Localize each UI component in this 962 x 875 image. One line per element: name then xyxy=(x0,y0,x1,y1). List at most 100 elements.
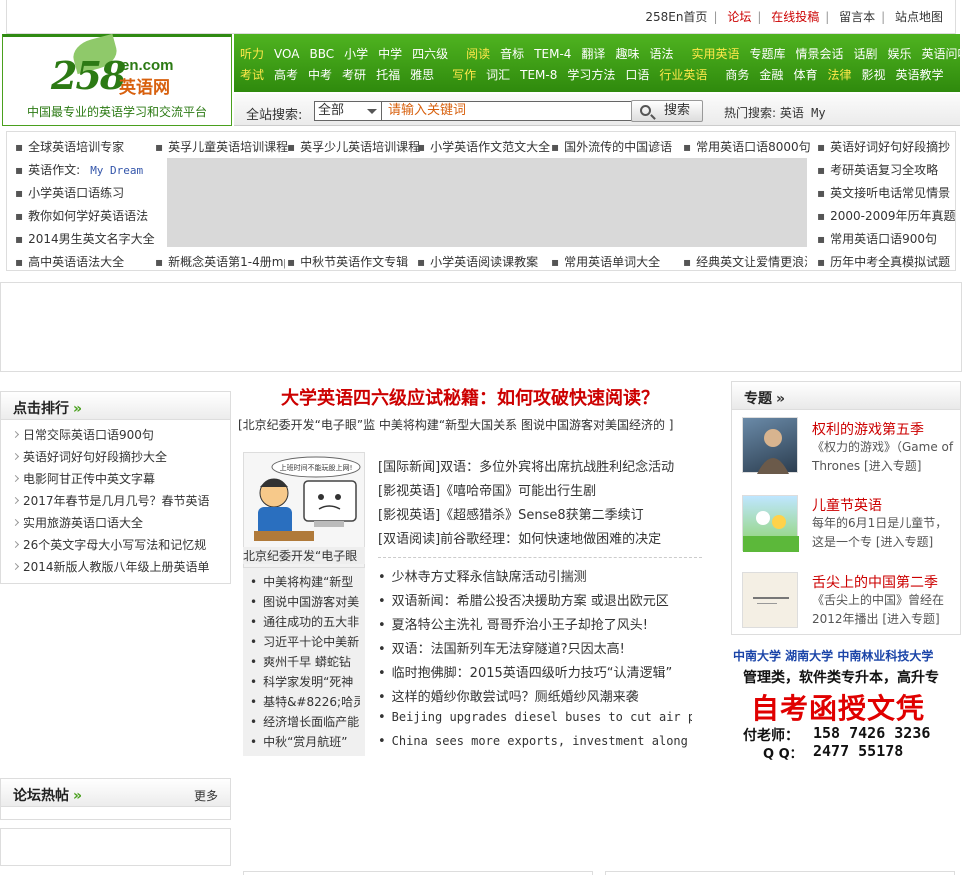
nav-item[interactable]: 中考 xyxy=(308,68,332,82)
nav-item[interactable]: 专题库 xyxy=(749,47,785,61)
nav-item[interactable]: 考研 xyxy=(342,68,366,82)
news-item[interactable]: • Beijing upgrades diesel buses to cut ai… xyxy=(378,710,692,725)
news-item[interactable]: • 夏洛特公主洗礼 哥哥乔治小王子却抢了风头! xyxy=(378,614,692,633)
news-item-text[interactable]: Beijing upgrades diesel buses to cut air… xyxy=(392,710,692,724)
nav-item[interactable]: 话剧 xyxy=(854,47,878,61)
quick-link-left[interactable]: ▪ 英语作文: My Dream xyxy=(15,161,165,178)
nav-item[interactable]: 雅思 xyxy=(410,68,434,82)
nav-item[interactable]: 英语教学 xyxy=(895,68,943,82)
quick-link-bottom[interactable]: ▪ 小学英语阅读课教案 xyxy=(417,253,547,270)
quick-link-bottom[interactable]: ▪ 新概念英语第1-4册mp3 xyxy=(155,253,285,270)
quick-link-text[interactable]: 小学英语阅读课教案 xyxy=(430,255,538,269)
rank-item[interactable]: 电影阿甘正传中英文字幕 xyxy=(13,470,155,487)
quick-link-top[interactable]: ▪ 国外流传的中国谚语 xyxy=(551,138,685,155)
enter-special-link-1[interactable]: [进入专题] xyxy=(864,459,921,473)
bracket-news-item[interactable]: [国际新闻]双语：多位外宾将出席抗战胜利纪念活动 xyxy=(378,456,702,475)
news-item-text[interactable]: 少林寺方丈释永信缺席活动引揣测 xyxy=(392,570,587,585)
nav-item[interactable]: 法律 xyxy=(827,68,851,82)
quick-link-text[interactable]: 国外流传的中国谚语 xyxy=(564,140,672,154)
news-item-text[interactable]: 双语：法国新列车无法穿隧道?只因太高! xyxy=(392,642,625,657)
nav-item[interactable]: 中学 xyxy=(378,47,402,61)
home-link[interactable]: 258En首页 xyxy=(645,10,707,24)
nav-item[interactable]: 趣味 xyxy=(615,47,639,61)
nav-item[interactable]: 小学 xyxy=(344,47,368,61)
special-image-2[interactable] xyxy=(742,495,799,552)
quick-link-right[interactable]: ▪ 常用英语口语900句 xyxy=(817,230,955,247)
special-image-1[interactable] xyxy=(742,417,798,474)
nav-item[interactable]: VOA xyxy=(274,47,299,61)
quick-link-text[interactable]: 小学英语口语练习 xyxy=(28,186,124,200)
headline[interactable]: 大学英语四六级应试秘籍：如何攻破快速阅读？ xyxy=(238,384,702,410)
news-item[interactable]: • 临时抱佛脚：2015英语四级听力技巧“认清逻辑” xyxy=(378,662,692,681)
nav-item[interactable]: TEM-4 xyxy=(534,47,571,61)
quick-link-text[interactable]: 常用英语口语8000句 xyxy=(696,140,811,154)
bracket-news-item[interactable]: [影视英语]《嘻哈帝国》可能出行生剧 xyxy=(378,480,702,499)
quick-link-right[interactable]: ▪ 考研英语复习全攻略 xyxy=(817,161,955,178)
quick-link-text[interactable]: 常用英语单词大全 xyxy=(564,255,660,269)
nav-item[interactable]: 翻译 xyxy=(581,47,605,61)
quick-link-bottom[interactable]: ▪ 常用英语单词大全 xyxy=(551,253,681,270)
quick-link-text[interactable]: 新概念英语第1-4册mp3 xyxy=(168,255,285,269)
news-item[interactable]: • China sees more exports, investment alo… xyxy=(378,734,692,749)
nav-item[interactable]: 四六级 xyxy=(412,47,448,61)
online-submit-link[interactable]: 在线投稿 xyxy=(771,10,819,24)
hot-search-terms[interactable]: 英语 My xyxy=(780,106,826,120)
side-news-item[interactable]: 科学家发明“死神 xyxy=(250,673,360,690)
site-logo[interactable]: 258 en.com 英语网 中国最专业的英语学习和交流平台 xyxy=(2,33,232,126)
quick-link-text[interactable]: 考研英语复习全攻略 xyxy=(830,163,938,177)
news-item-text[interactable]: 双语新闻：希腊公投否决援助方案 或退出欧元区 xyxy=(392,594,669,609)
rank-item[interactable]: 日常交际英语口语900句 xyxy=(13,426,154,443)
nav-item[interactable]: 情景会话 xyxy=(796,47,844,61)
quick-link-text[interactable]: 小学英语作文范文大全 xyxy=(430,140,550,154)
nav-item[interactable]: 阅读 xyxy=(466,47,490,61)
side-news-item[interactable]: 通往成功的五大非 xyxy=(250,613,360,630)
enter-special-link-3[interactable]: [进入专题] xyxy=(882,612,939,626)
quick-link-text[interactable]: 英文接听电话常见情景 xyxy=(830,186,950,200)
nav-item[interactable]: 体育 xyxy=(793,68,817,82)
news-item[interactable]: • 双语新闻：希腊公投否决援助方案 或退出欧元区 xyxy=(378,590,692,609)
quick-link-text[interactable]: 经典英文让爱情更浪漫 xyxy=(696,255,807,269)
side-news-item[interactable]: 中秋“赏月航班” xyxy=(250,733,360,750)
enter-special-link-2[interactable]: [进入专题] xyxy=(876,535,933,549)
nav-item[interactable]: TEM-8 xyxy=(520,68,557,82)
nav-item[interactable]: 金融 xyxy=(759,68,783,82)
rank-item[interactable]: 2014新版人教版八年级上册英语单 xyxy=(13,558,210,575)
side-news-item[interactable]: 中美将构建“新型 xyxy=(250,573,360,590)
nav-item[interactable]: 口语 xyxy=(625,68,649,82)
special-image-3[interactable] xyxy=(742,572,798,628)
quick-link-text[interactable]: 高中英语语法大全 xyxy=(28,255,124,269)
nav-item[interactable]: 英语问吧 xyxy=(922,47,962,61)
special-title-1[interactable]: 权利的游戏第五季 xyxy=(812,419,924,439)
nav-item[interactable]: 写作 xyxy=(452,68,476,82)
special-title-3[interactable]: 舌尖上的中国第二季 xyxy=(812,572,938,592)
quick-link-left[interactable]: ▪ 全球英语培训专家 xyxy=(15,138,165,155)
bracket-news-item[interactable]: [双语阅读]前谷歌经理：如何快速地做困难的决定 xyxy=(378,528,702,547)
quick-link-left[interactable]: ▪ 2014男生英文名字大全 xyxy=(15,230,165,247)
nav-item[interactable]: 考试 xyxy=(240,68,264,82)
special-title-2[interactable]: 儿童节英语 xyxy=(812,495,882,515)
side-news-item[interactable]: 习近平十论中美新 xyxy=(250,633,360,650)
nav-item[interactable]: 高考 xyxy=(274,68,298,82)
quick-link-left[interactable]: ▪ 教你如何学好英语语法 xyxy=(15,207,165,224)
guestbook-link[interactable]: 留言本 xyxy=(839,10,875,24)
quick-link-top[interactable]: ▪ 常用英语口语8000句 xyxy=(683,138,817,155)
forum-link[interactable]: 论坛 xyxy=(727,10,751,24)
search-button[interactable]: 搜索 xyxy=(631,100,703,122)
rank-item[interactable]: 2017年春节是几月几号？春节英语 xyxy=(13,492,210,509)
sitemap-link[interactable]: 站点地图 xyxy=(895,10,943,24)
nav-item[interactable]: 音标 xyxy=(500,47,524,61)
quick-link-text[interactable]: 历年中考全真模拟试题 xyxy=(830,255,950,269)
news-item-text[interactable]: China sees more exports, investment alon… xyxy=(392,734,692,748)
quick-link-text[interactable]: 2014男生英文名字大全 xyxy=(28,232,155,246)
nav-item[interactable]: 商务 xyxy=(725,68,749,82)
quick-link-bottom[interactable]: ▪ 中秋节英语作文专辑 xyxy=(287,253,417,270)
search-scope-select[interactable]: 全部 xyxy=(314,101,382,121)
quick-link-right[interactable]: ▪ 2000-2009年历年真题 xyxy=(817,207,955,224)
nav-item[interactable]: 托福 xyxy=(376,68,400,82)
quick-link-extra[interactable]: My Dream xyxy=(90,164,143,177)
forum-more-link[interactable]: 更多 xyxy=(194,787,218,804)
rank-item[interactable]: 26个英文字母大小写写法和记忆规 xyxy=(13,536,206,553)
news-ticker[interactable]: [北京纪委开发“电子眼”监 中美将构建“新型大国关系 图说中国游客对美国经济的 … xyxy=(238,416,702,432)
nav-item[interactable]: 学习方法 xyxy=(567,68,615,82)
quick-link-right[interactable]: ▪ 历年中考全真模拟试题 xyxy=(817,253,955,270)
